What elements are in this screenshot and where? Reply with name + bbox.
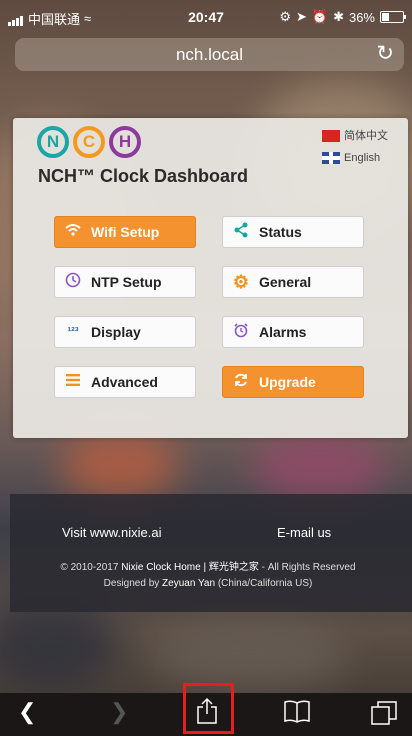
designer-name: Zeyuan Yan — [162, 578, 216, 589]
reload-icon[interactable]: ↻ — [376, 41, 394, 66]
language-switcher: 简体中文 English — [322, 125, 388, 169]
copyright-rights: - All Rights Reserved — [261, 562, 356, 573]
lang-english-label: English — [344, 152, 381, 164]
bookmarks-icon[interactable] — [283, 699, 311, 729]
menu-bars-icon — [55, 373, 91, 392]
display-label: Display — [91, 324, 141, 340]
china-flag-icon — [322, 130, 340, 142]
designer-location: (China/California US) — [217, 578, 313, 589]
email-link[interactable]: E-mail us — [277, 525, 331, 540]
page-title: NCH™ Clock Dashboard — [38, 166, 249, 186]
nch-logo: N C H — [37, 126, 141, 158]
wifi-setup-label: Wifi Setup — [91, 224, 160, 240]
copyright-years: © 2010-2017 — [60, 562, 119, 573]
logo-letter-c: C — [73, 126, 105, 158]
status-bar: 中国联通 ≈ 20:47 ⚙ ➤ ⏰ ✱ 36% — [0, 0, 412, 36]
alarms-button[interactable]: Alarms — [222, 316, 364, 348]
ntp-setup-label: NTP Setup — [91, 274, 162, 290]
forward-icon[interactable]: ❯ — [110, 699, 128, 725]
copyright-line: © 2010-2017 Nixie Clock Home | 辉光钟之家 - A… — [10, 558, 406, 573]
designed-by-label: Designed by — [103, 578, 160, 589]
address-bar[interactable]: nch.local ↻ — [15, 38, 404, 71]
lang-chinese-label: 简体中文 — [344, 130, 388, 142]
alarms-label: Alarms — [259, 324, 307, 340]
lang-chinese-link[interactable]: 简体中文 — [322, 125, 388, 147]
display-button[interactable]: ¹²³ Display — [54, 316, 196, 348]
advanced-label: Advanced — [91, 374, 158, 390]
status-button[interactable]: Status — [222, 216, 364, 248]
advanced-button[interactable]: Advanced — [54, 366, 196, 398]
logo-letter-n: N — [37, 126, 69, 158]
uk-flag-icon — [322, 152, 340, 164]
dashboard-card: N C H 简体中文 English NCH™ Clock Dashboard … — [13, 118, 408, 438]
tabs-icon[interactable] — [371, 701, 397, 731]
lock-rotation-icon: ⚙ — [279, 9, 291, 24]
share-highlight-box — [183, 683, 234, 734]
upgrade-button[interactable]: Upgrade — [222, 366, 364, 398]
lang-english-link[interactable]: English — [322, 147, 388, 169]
clock-icon — [55, 272, 91, 293]
gear-icon: ⚙ — [232, 271, 250, 292]
copyright-owner-link[interactable]: Nixie Clock Home | 辉光钟之家 — [121, 562, 259, 573]
status-label: Status — [259, 224, 302, 240]
wifi-setup-button[interactable]: Wifi Setup — [54, 216, 196, 248]
bluetooth-icon: ✱ — [333, 9, 344, 24]
numbers-icon: ¹²³ — [67, 326, 79, 338]
upgrade-label: Upgrade — [259, 374, 316, 390]
general-label: General — [259, 274, 312, 290]
visit-website-link[interactable]: Visit www.nixie.ai — [62, 525, 161, 540]
ntp-setup-button[interactable]: NTP Setup — [54, 266, 196, 298]
wifi-icon — [55, 223, 91, 242]
refresh-icon — [223, 372, 259, 393]
alarm-icon: ⏰ — [311, 9, 329, 24]
logo-letter-h: H — [109, 126, 141, 158]
general-button[interactable]: ⚙ General — [222, 266, 364, 298]
share-nodes-icon — [223, 222, 259, 243]
battery-icon — [380, 11, 406, 23]
back-icon[interactable]: ❮ — [18, 699, 36, 725]
page-footer: Visit www.nixie.ai E-mail us © 2010-2017… — [10, 494, 412, 612]
location-icon: ➤ — [295, 9, 307, 24]
designer-credit: Designed by Zeyuan Yan (China/California… — [10, 578, 406, 589]
alarm-clock-icon — [223, 322, 259, 343]
battery-percent: 36% — [348, 9, 375, 25]
url-text: nch.local — [175, 45, 244, 64]
